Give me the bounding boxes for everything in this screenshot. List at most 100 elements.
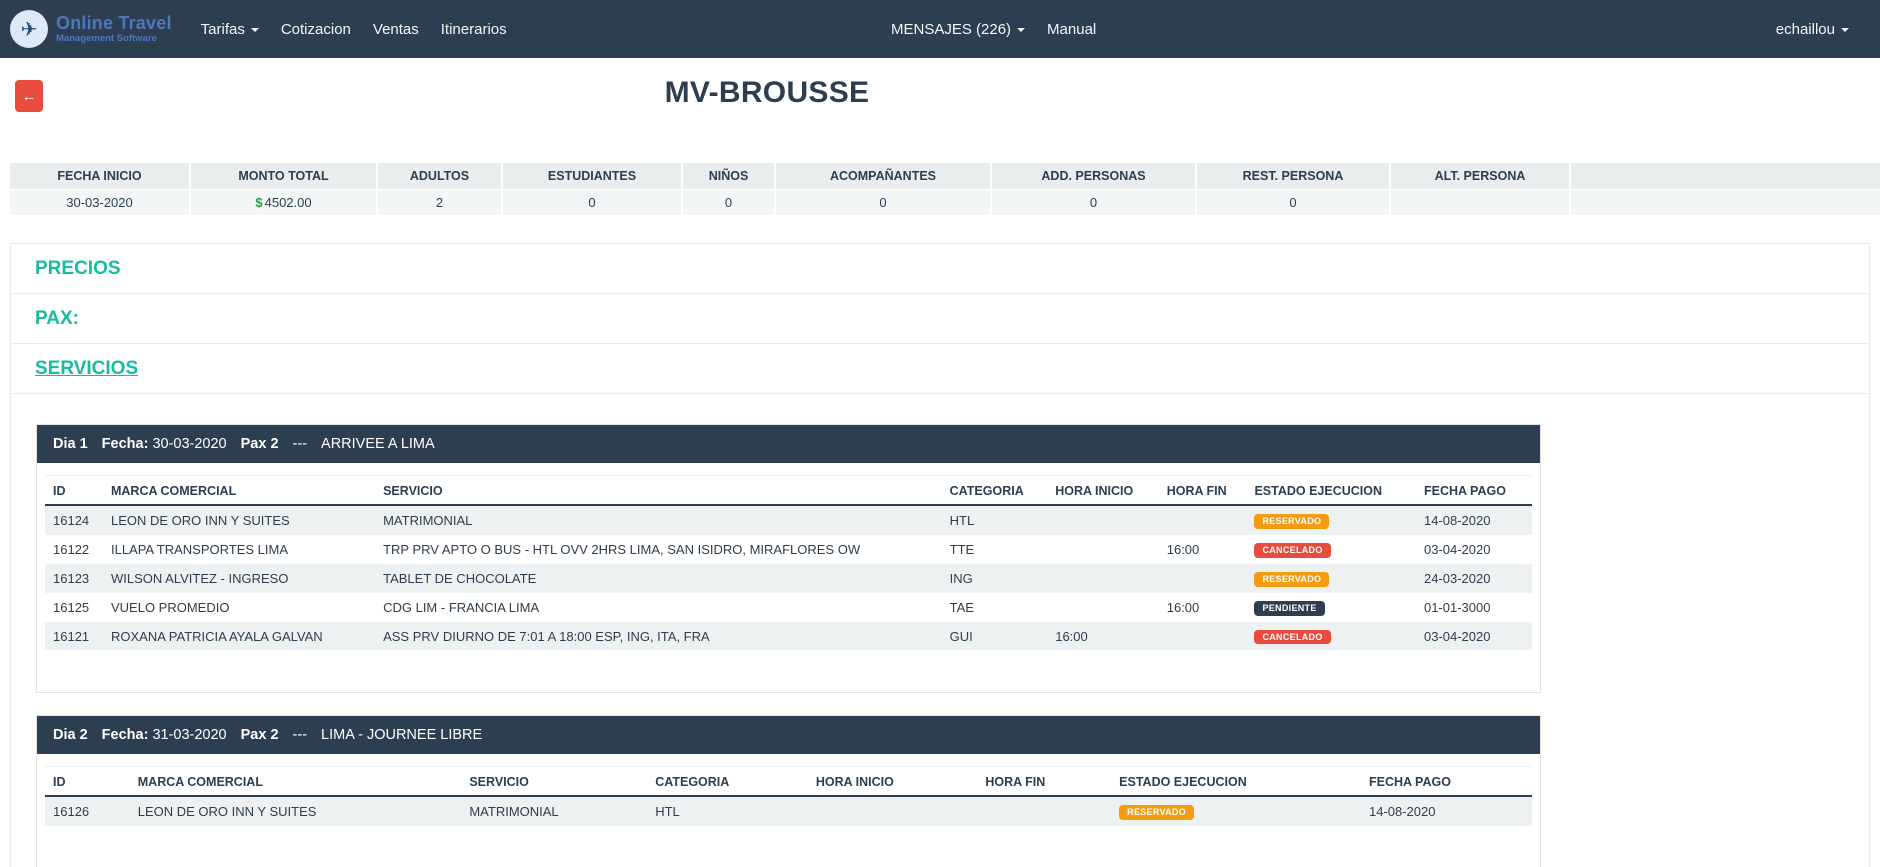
fecha-group: Fecha: 31-03-2020 bbox=[102, 727, 227, 743]
services-table: IDMARCA COMERCIALSERVICIOCATEGORIAHORA I… bbox=[45, 766, 1532, 826]
servicios-link[interactable]: SERVICIOS bbox=[35, 358, 138, 380]
cell-marca: LEON DE ORO INN Y SUITES bbox=[103, 505, 375, 535]
estudiantes-value: 0 bbox=[502, 189, 682, 215]
column-header: REST. PERSONA bbox=[1196, 163, 1390, 189]
menu-item-tarifas[interactable]: Tarifas bbox=[190, 21, 270, 38]
cell-categoria: TTE bbox=[942, 535, 1048, 564]
cell-servicio: MATRIMONIAL bbox=[461, 796, 647, 826]
cell-hora-inicio bbox=[1047, 564, 1159, 593]
brand-subtitle: Management Software bbox=[56, 34, 172, 44]
cell-fecha-pago: 24-03-2020 bbox=[1416, 564, 1532, 593]
alt-persona-value bbox=[1390, 189, 1570, 215]
column-header: HORA FIN bbox=[1159, 476, 1247, 506]
column-header-empty bbox=[1570, 163, 1880, 189]
servicios-body: Dia 1 Fecha: 30-03-2020 Pax 2 --- ARRIVE… bbox=[11, 394, 1869, 867]
column-header: ESTADO EJECUCION bbox=[1246, 476, 1416, 506]
caret-down-icon bbox=[1841, 28, 1849, 32]
day-panel: Dia 2 Fecha: 31-03-2020 Pax 2 --- LIMA -… bbox=[36, 715, 1541, 867]
cell-servicio: TRP PRV APTO O BUS - HTL OVV 2HRS LIMA, … bbox=[375, 535, 942, 564]
column-header: HORA INICIO bbox=[1047, 476, 1159, 506]
table-row: 16125VUELO PROMEDIOCDG LIM - FRANCIA LIM… bbox=[45, 593, 1532, 622]
cell-marca: ROXANA PATRICIA AYALA GALVAN bbox=[103, 622, 375, 651]
column-header: ID bbox=[45, 767, 130, 797]
cell-hora-fin bbox=[1159, 622, 1247, 651]
menu-item-manual[interactable]: Manual bbox=[1036, 21, 1107, 38]
user-menu: echaillou bbox=[1765, 0, 1860, 58]
pax-label: Pax 2 bbox=[241, 727, 279, 743]
page-title: MV-BROUSSE bbox=[10, 76, 1524, 110]
cell-marca: WILSON ALVITEZ - INGRESO bbox=[103, 564, 375, 593]
day-header: Dia 2 Fecha: 31-03-2020 Pax 2 --- LIMA -… bbox=[37, 716, 1540, 754]
cell-categoria: ING bbox=[942, 564, 1048, 593]
column-header: ESTUDIANTES bbox=[502, 163, 682, 189]
section-pax[interactable]: PAX: bbox=[11, 294, 1869, 344]
cell-fecha-pago: 03-04-2020 bbox=[1416, 535, 1532, 564]
column-header: ID bbox=[45, 476, 103, 506]
column-header: ADULTOS bbox=[377, 163, 502, 189]
menu-item-mensajes[interactable]: MENSAJES (226) bbox=[880, 21, 1036, 38]
status-badge: CANCELADO bbox=[1254, 543, 1330, 558]
column-header: SERVICIO bbox=[375, 476, 942, 506]
cell-hora-fin bbox=[977, 796, 1111, 826]
cell-fecha-pago: 03-04-2020 bbox=[1416, 622, 1532, 651]
cell-categoria: HTL bbox=[647, 796, 808, 826]
column-header: MARCA COMERCIAL bbox=[103, 476, 375, 506]
status-badge: RESERVADO bbox=[1119, 805, 1194, 820]
menu-item-cotizacion[interactable]: Cotizacion bbox=[270, 21, 362, 38]
day-label: Dia 2 bbox=[53, 727, 88, 743]
day-header: Dia 1 Fecha: 30-03-2020 Pax 2 --- ARRIVE… bbox=[37, 425, 1540, 463]
status-badge: RESERVADO bbox=[1254, 572, 1329, 587]
cell-hora-fin bbox=[1159, 505, 1247, 535]
day-label: Dia 1 bbox=[53, 436, 88, 452]
pax-label: Pax 2 bbox=[241, 436, 279, 452]
cell-servicio: ASS PRV DIURNO DE 7:01 A 18:00 ESP, ING,… bbox=[375, 622, 942, 651]
currency-symbol: $ bbox=[255, 195, 262, 210]
caret-down-icon bbox=[251, 28, 259, 32]
cell-hora-inicio bbox=[808, 796, 978, 826]
cell-estado: RESERVADO bbox=[1111, 796, 1361, 826]
column-header: CATEGORIA bbox=[647, 767, 808, 797]
column-header: MONTO TOTAL bbox=[190, 163, 377, 189]
cell-estado: CANCELADO bbox=[1246, 622, 1416, 651]
rest-persona-value: 0 bbox=[1196, 189, 1390, 215]
column-header: ALT. PERSONA bbox=[1390, 163, 1570, 189]
table-row: 16121ROXANA PATRICIA AYALA GALVANASS PRV… bbox=[45, 622, 1532, 651]
top-navbar: ✈ Online Travel Management Software Tari… bbox=[0, 0, 1880, 58]
cell-estado: RESERVADO bbox=[1246, 505, 1416, 535]
fecha-inicio-value: 30-03-2020 bbox=[10, 189, 190, 215]
add-personas-value: 0 bbox=[991, 189, 1196, 215]
cell-hora-fin bbox=[1159, 564, 1247, 593]
column-header: MARCA COMERCIAL bbox=[130, 767, 462, 797]
cell-fecha-pago: 14-08-2020 bbox=[1416, 505, 1532, 535]
monto-total-value: $4502.00 bbox=[190, 189, 377, 215]
section-precios[interactable]: PRECIOS bbox=[11, 244, 1869, 294]
cell-categoria: TAE bbox=[942, 593, 1048, 622]
cell-hora-inicio bbox=[1047, 593, 1159, 622]
cell-fecha-pago: 14-08-2020 bbox=[1361, 796, 1532, 826]
column-header: NIÑOS bbox=[682, 163, 775, 189]
cell-id: 16125 bbox=[45, 593, 103, 622]
cell-fecha-pago: 01-01-3000 bbox=[1416, 593, 1532, 622]
menu-item-ventas[interactable]: Ventas bbox=[362, 21, 430, 38]
user-dropdown[interactable]: echaillou bbox=[1765, 21, 1860, 38]
column-header: ESTADO EJECUCION bbox=[1111, 767, 1361, 797]
brand[interactable]: ✈ Online Travel Management Software bbox=[10, 10, 172, 48]
pax-link[interactable]: PAX: bbox=[35, 308, 79, 330]
caret-down-icon bbox=[1017, 28, 1025, 32]
menu-item-itinerarios[interactable]: Itinerarios bbox=[430, 21, 518, 38]
status-badge: RESERVADO bbox=[1254, 514, 1329, 529]
summary-table: FECHA INICIO MONTO TOTAL ADULTOS ESTUDIA… bbox=[10, 163, 1880, 215]
globe-plane-icon: ✈ bbox=[10, 10, 48, 48]
section-servicios[interactable]: SERVICIOS bbox=[11, 344, 1869, 394]
separator-dashes: --- bbox=[293, 727, 308, 743]
cell-categoria: GUI bbox=[942, 622, 1048, 651]
summary-header-row: FECHA INICIO MONTO TOTAL ADULTOS ESTUDIA… bbox=[10, 163, 1880, 189]
cell-id: 16126 bbox=[45, 796, 130, 826]
column-header: FECHA INICIO bbox=[10, 163, 190, 189]
cell-hora-inicio bbox=[1047, 535, 1159, 564]
empty-cell bbox=[1570, 189, 1880, 215]
column-header: HORA INICIO bbox=[808, 767, 978, 797]
precios-link[interactable]: PRECIOS bbox=[35, 258, 121, 280]
cell-id: 16122 bbox=[45, 535, 103, 564]
cell-servicio: CDG LIM - FRANCIA LIMA bbox=[375, 593, 942, 622]
